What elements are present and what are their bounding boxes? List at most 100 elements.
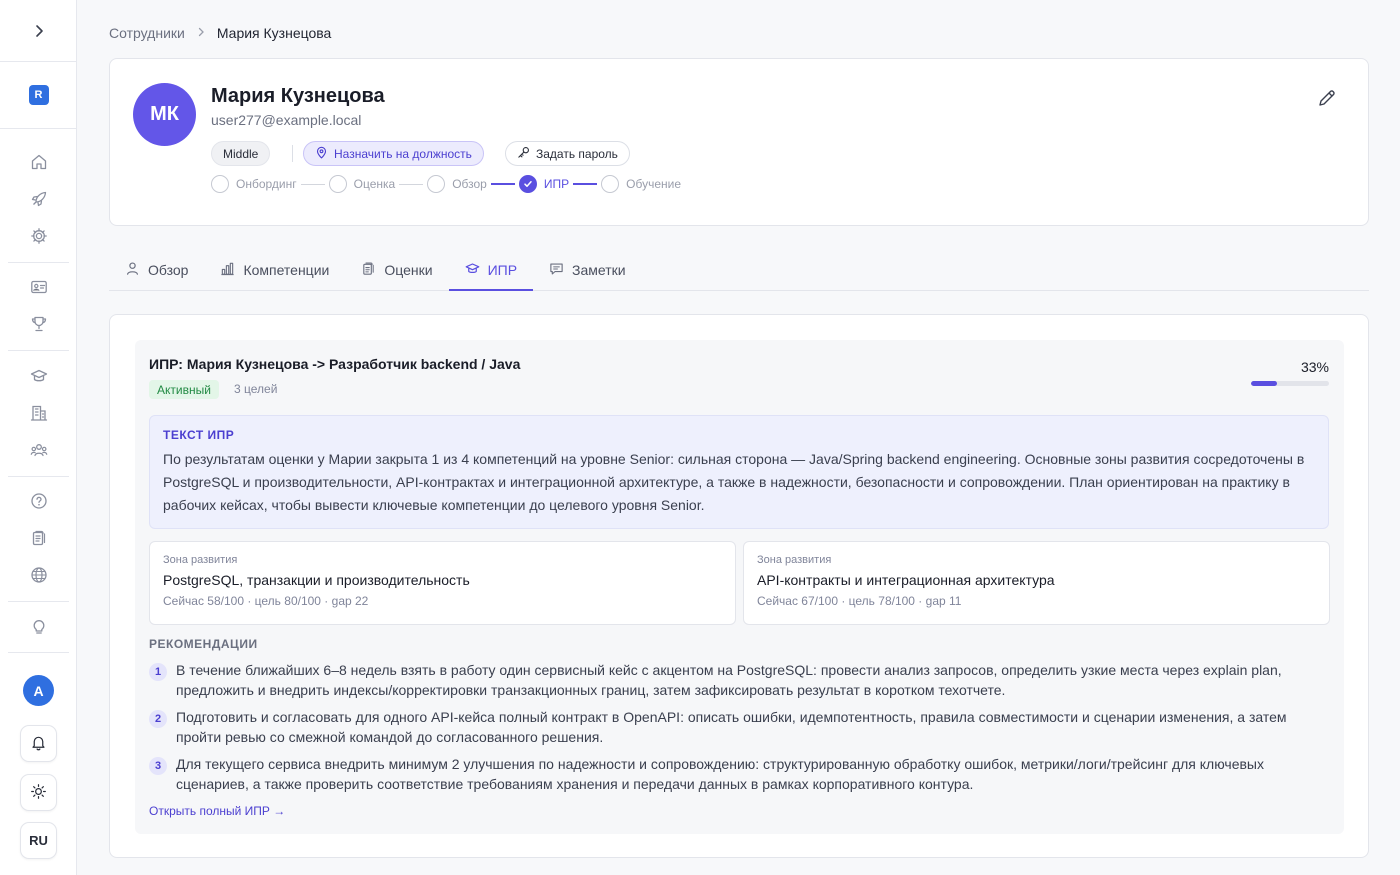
recommendations-heading: РЕКОМЕНДАЦИИ	[149, 637, 258, 651]
bell-icon	[30, 734, 47, 754]
profile-avatar: МК	[133, 83, 196, 146]
step-circle	[601, 175, 620, 193]
profile-card: МК Мария Кузнецова user277@example.local…	[109, 58, 1369, 226]
tab-overview[interactable]: Обзор	[109, 249, 204, 290]
onboarding-stepper: Онбординг Оценка Обзор ИПР Обучение	[211, 175, 681, 193]
step-connector	[573, 183, 598, 185]
step-label: Оценка	[353, 177, 396, 191]
zone-title: API-контракты и интеграционная архитекту…	[757, 572, 1055, 588]
open-full-ipr-link[interactable]: Открыть полный ИПР →	[149, 804, 285, 818]
profile-email: user277@example.local	[211, 112, 362, 128]
team-icon[interactable]	[26, 437, 52, 463]
tab-label: ИПР	[487, 261, 518, 278]
app-logo[interactable]: R	[28, 85, 49, 105]
tab-label: Заметки	[572, 261, 626, 278]
graduation-cap-icon	[465, 261, 480, 279]
status-badge: Активный	[149, 380, 219, 399]
building-icon[interactable]	[26, 400, 52, 426]
tab-ipr[interactable]: ИПР	[448, 249, 534, 291]
sidebar: R A RU	[0, 0, 77, 875]
level-badge: Middle	[211, 141, 271, 166]
recommendation-number: 1	[149, 663, 167, 681]
ipr-content-card: ИПР: Мария Кузнецова -> Разработчик back…	[109, 314, 1369, 858]
recommendation-number: 2	[149, 710, 167, 728]
rocket-icon[interactable]	[26, 186, 52, 212]
recommendation-item: 3 Для текущего сервиса внедрить минимум …	[149, 755, 1329, 794]
development-zone-card: Зона развития PostgreSQL, транзакции и п…	[149, 541, 736, 625]
step-training[interactable]: Обучение	[601, 175, 681, 193]
breadcrumb-employees-link[interactable]: Сотрудники	[109, 25, 185, 41]
zone-meta: Сейчас 67/100 · цель 78/100 · gap 11	[757, 594, 962, 608]
profile-tabs: Обзор Компетенции Оценки ИПР Заметки	[109, 249, 1369, 291]
help-icon[interactable]	[26, 488, 52, 514]
edit-profile-button[interactable]	[1316, 89, 1338, 111]
step-connector	[300, 183, 325, 185]
home-icon[interactable]	[26, 149, 52, 175]
tab-assessments[interactable]: Оценки	[345, 249, 448, 290]
ipr-text: По результатам оценки у Марии закрыта 1 …	[163, 451, 1305, 513]
theme-toggle-button[interactable]	[20, 774, 57, 811]
graduation-cap-icon[interactable]	[26, 363, 52, 389]
step-label: Онбординг	[236, 177, 297, 191]
id-card-icon[interactable]	[26, 274, 52, 300]
ipr-text-label: ТЕКСТ ИПР	[163, 428, 235, 442]
tab-label: Оценки	[384, 261, 433, 278]
step-label: Обзор	[452, 177, 487, 191]
assign-position-label: Назначить на должность	[334, 146, 472, 161]
chip-divider	[292, 145, 293, 162]
step-connector	[490, 183, 515, 185]
recommendation-text: Для текущего сервиса внедрить минимум 2 …	[176, 756, 1264, 792]
chevron-right-icon	[195, 25, 207, 41]
set-password-label: Задать пароль	[536, 146, 618, 161]
logo-container: R	[0, 62, 77, 129]
step-label: Обучение	[626, 177, 681, 191]
assign-position-button[interactable]: Назначить на должность	[303, 141, 484, 166]
chevron-right-icon[interactable]	[0, 0, 77, 62]
clipboard-icon	[361, 261, 376, 279]
ipr-text-box: ТЕКСТ ИПР По результатам оценки у Марии …	[149, 415, 1329, 529]
recommendation-text: Подготовить и согласовать для одного API…	[176, 709, 1287, 745]
set-password-button[interactable]: Задать пароль	[505, 141, 630, 166]
sidebar-divider	[8, 601, 69, 602]
recommendation-number: 3	[149, 757, 167, 775]
gear-icon[interactable]	[26, 223, 52, 249]
step-circle	[427, 175, 446, 193]
user-avatar[interactable]: A	[23, 675, 54, 706]
globe-icon[interactable]	[26, 562, 52, 588]
step-circle	[328, 175, 347, 193]
clipboard-icon[interactable]	[26, 525, 52, 551]
ipr-title: ИПР: Мария Кузнецова -> Разработчик back…	[149, 356, 521, 372]
comment-icon	[549, 261, 564, 279]
recommendation-item: 1 В течение ближайших 6–8 недель взять в…	[149, 661, 1329, 700]
recommendation-text: В течение ближайших 6–8 недель взять в р…	[176, 662, 1282, 698]
sidebar-divider	[8, 652, 69, 653]
tab-notes[interactable]: Заметки	[533, 249, 642, 290]
step-circle	[211, 175, 229, 193]
location-pin-icon	[315, 146, 328, 162]
progress-bar	[1251, 381, 1329, 386]
zone-meta: Сейчас 58/100 · цель 80/100 · gap 22	[163, 594, 369, 608]
profile-name: Мария Кузнецова	[211, 85, 385, 107]
check-icon	[518, 175, 537, 193]
language-button[interactable]: RU	[20, 822, 57, 859]
zone-label: Зона развития	[757, 554, 832, 566]
notifications-button[interactable]	[20, 725, 57, 762]
step-review[interactable]: Обзор	[427, 175, 487, 193]
level-label: Middle	[223, 146, 259, 161]
lightbulb-icon[interactable]	[26, 614, 52, 640]
sun-icon	[30, 783, 47, 803]
tab-competencies[interactable]: Компетенции	[204, 249, 345, 290]
key-icon	[517, 146, 530, 162]
tab-label: Компетенции	[243, 261, 330, 278]
step-assessment[interactable]: Оценка	[328, 175, 396, 193]
user-icon	[125, 261, 140, 279]
step-onboarding[interactable]: Онбординг	[211, 175, 297, 193]
step-label: ИПР	[543, 177, 570, 191]
zone-label: Зона развития	[163, 554, 238, 566]
zone-title: PostgreSQL, транзакции и производительно…	[163, 572, 470, 588]
step-ipr[interactable]: ИПР	[518, 175, 570, 193]
goals-count: 3 целей	[234, 382, 278, 396]
sidebar-divider	[8, 262, 69, 263]
trophy-icon[interactable]	[26, 311, 52, 337]
bar-chart-icon	[220, 261, 235, 279]
